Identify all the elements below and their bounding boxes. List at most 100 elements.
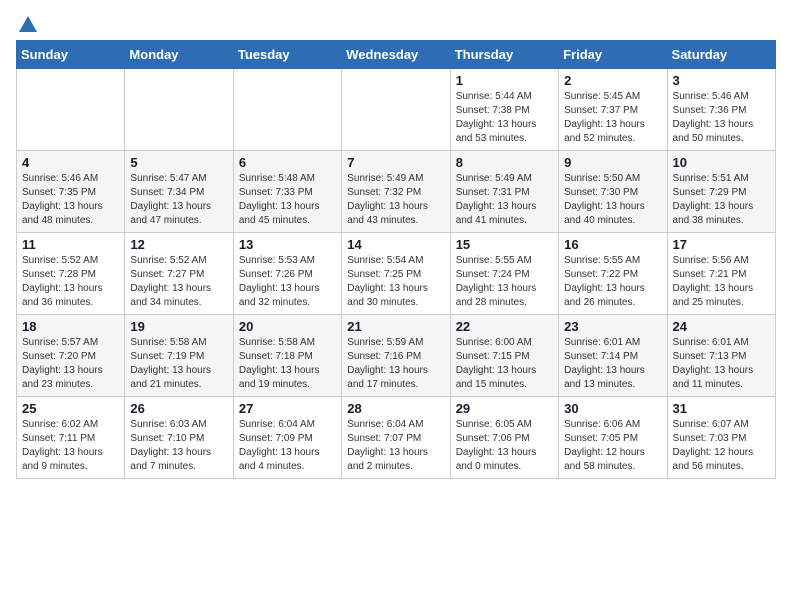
calendar-cell: 7Sunrise: 5:49 AM Sunset: 7:32 PM Daylig…: [342, 151, 450, 233]
day-info: Sunrise: 6:07 AM Sunset: 7:03 PM Dayligh…: [673, 418, 770, 474]
calendar-cell: 29 Sunrise: 6:05 AM Sunset: 7:06 PM Dayli…: [450, 397, 558, 479]
calendar-cell: 19 Sunrise: 5:58 AM Sunset: 7:19 PM Dayli…: [125, 315, 233, 397]
calendar-cell: 22Sunrise: 6:00 AM Sunset: 7:15 PM Dayli…: [450, 315, 558, 397]
day-info: Sunrise: 5:51 AM Sunset: 7:29 PM Dayligh…: [673, 172, 770, 228]
calendar-cell: 4Sunrise: 5:46 AM Sunset: 7:35 PM Daylig…: [17, 151, 125, 233]
calendar-cell: [17, 69, 125, 151]
calendar-cell: 2 Sunrise: 5:45 AM Sunset: 7:37 PM Daylig…: [559, 69, 667, 151]
day-info: Sunrise: 5:46 AM Sunset: 7:36 PM Dayligh…: [673, 90, 770, 146]
calendar-cell: 24 Sunrise: 6:01 AM Sunset: 7:13 PM Dayli…: [667, 315, 775, 397]
calendar-cell: [233, 69, 341, 151]
day-info: Sunrise: 5:59 AM Sunset: 7:16 PM Dayligh…: [347, 336, 444, 392]
day-number: 16: [564, 237, 661, 252]
day-number: 28: [347, 401, 444, 416]
day-info: Sunrise: 5:58 AM Sunset: 7:19 PM Dayligh…: [130, 336, 227, 392]
header-thursday: Thursday: [450, 41, 558, 69]
day-info: Sunrise: 5:55 AM Sunset: 7:22 PM Dayligh…: [564, 254, 661, 310]
week-row-1: 1 Sunrise: 5:44 AM Sunset: 7:38 PM Daylig…: [17, 69, 776, 151]
day-info: Sunrise: 6:05 AM Sunset: 7:06 PM Dayligh…: [456, 418, 553, 474]
calendar-cell: 17 Sunrise: 5:56 AM Sunset: 7:21 PM Dayli…: [667, 233, 775, 315]
day-info: Sunrise: 6:01 AM Sunset: 7:13 PM Dayligh…: [673, 336, 770, 392]
day-number: 17: [673, 237, 770, 252]
day-number: 27: [239, 401, 336, 416]
day-number: 15: [456, 237, 553, 252]
day-number: 30: [564, 401, 661, 416]
day-number: 12: [130, 237, 227, 252]
calendar-cell: 12 Sunrise: 5:52 AM Sunset: 7:27 PM Dayli…: [125, 233, 233, 315]
calendar-cell: 14 Sunrise: 5:54 AM Sunset: 7:25 PM Dayli…: [342, 233, 450, 315]
day-info: Sunrise: 5:54 AM Sunset: 7:25 PM Dayligh…: [347, 254, 444, 310]
day-info: Sunrise: 5:52 AM Sunset: 7:27 PM Dayligh…: [130, 254, 227, 310]
day-number: 3: [673, 73, 770, 88]
day-info: Sunrise: 6:02 AM Sunset: 7:11 PM Dayligh…: [22, 418, 119, 474]
calendar-cell: [125, 69, 233, 151]
day-number: 19: [130, 319, 227, 334]
day-info: Sunrise: 5:53 AM Sunset: 7:26 PM Dayligh…: [239, 254, 336, 310]
day-info: Sunrise: 5:49 AM Sunset: 7:31 PM Dayligh…: [456, 172, 553, 228]
calendar-cell: 10 Sunrise: 5:51 AM Sunset: 7:29 PM Dayli…: [667, 151, 775, 233]
day-number: 21: [347, 319, 444, 334]
day-number: 9: [564, 155, 661, 170]
calendar-cell: 1 Sunrise: 5:44 AM Sunset: 7:38 PM Daylig…: [450, 69, 558, 151]
day-number: 2: [564, 73, 661, 88]
day-number: 23: [564, 319, 661, 334]
calendar-cell: 3 Sunrise: 5:46 AM Sunset: 7:36 PM Daylig…: [667, 69, 775, 151]
header-tuesday: Tuesday: [233, 41, 341, 69]
header: [16, 16, 776, 30]
day-number: 22: [456, 319, 553, 334]
day-number: 1: [456, 73, 553, 88]
day-number: 31: [673, 401, 770, 416]
week-row-2: 4Sunrise: 5:46 AM Sunset: 7:35 PM Daylig…: [17, 151, 776, 233]
calendar-cell: 28 Sunrise: 6:04 AM Sunset: 7:07 PM Dayli…: [342, 397, 450, 479]
calendar-cell: 27 Sunrise: 6:04 AM Sunset: 7:09 PM Dayli…: [233, 397, 341, 479]
day-info: Sunrise: 5:50 AM Sunset: 7:30 PM Dayligh…: [564, 172, 661, 228]
day-info: Sunrise: 5:57 AM Sunset: 7:20 PM Dayligh…: [22, 336, 119, 392]
calendar-cell: 30 Sunrise: 6:06 AM Sunset: 7:05 PM Dayli…: [559, 397, 667, 479]
header-friday: Friday: [559, 41, 667, 69]
day-info: Sunrise: 5:46 AM Sunset: 7:35 PM Dayligh…: [22, 172, 119, 228]
calendar-cell: 23 Sunrise: 6:01 AM Sunset: 7:14 PM Dayli…: [559, 315, 667, 397]
day-number: 25: [22, 401, 119, 416]
day-number: 5: [130, 155, 227, 170]
header-saturday: Saturday: [667, 41, 775, 69]
day-number: 8: [456, 155, 553, 170]
day-number: 24: [673, 319, 770, 334]
calendar-cell: 31 Sunrise: 6:07 AM Sunset: 7:03 PM Dayli…: [667, 397, 775, 479]
day-info: Sunrise: 5:58 AM Sunset: 7:18 PM Dayligh…: [239, 336, 336, 392]
day-info: Sunrise: 6:03 AM Sunset: 7:10 PM Dayligh…: [130, 418, 227, 474]
day-info: Sunrise: 6:04 AM Sunset: 7:09 PM Dayligh…: [239, 418, 336, 474]
day-number: 20: [239, 319, 336, 334]
day-number: 6: [239, 155, 336, 170]
calendar-cell: 9 Sunrise: 5:50 AM Sunset: 7:30 PM Daylig…: [559, 151, 667, 233]
calendar-cell: 26 Sunrise: 6:03 AM Sunset: 7:10 PM Dayli…: [125, 397, 233, 479]
calendar-cell: 15Sunrise: 5:55 AM Sunset: 7:24 PM Dayli…: [450, 233, 558, 315]
calendar-cell: 18 Sunrise: 5:57 AM Sunset: 7:20 PM Dayli…: [17, 315, 125, 397]
calendar-cell: 5Sunrise: 5:47 AM Sunset: 7:34 PM Daylig…: [125, 151, 233, 233]
day-number: 10: [673, 155, 770, 170]
day-info: Sunrise: 5:44 AM Sunset: 7:38 PM Dayligh…: [456, 90, 553, 146]
calendar-cell: 11Sunrise: 5:52 AM Sunset: 7:28 PM Dayli…: [17, 233, 125, 315]
day-info: Sunrise: 6:01 AM Sunset: 7:14 PM Dayligh…: [564, 336, 661, 392]
calendar-cell: 8 Sunrise: 5:49 AM Sunset: 7:31 PM Daylig…: [450, 151, 558, 233]
week-row-5: 25 Sunrise: 6:02 AM Sunset: 7:11 PM Dayli…: [17, 397, 776, 479]
header-wednesday: Wednesday: [342, 41, 450, 69]
calendar-cell: 16 Sunrise: 5:55 AM Sunset: 7:22 PM Dayli…: [559, 233, 667, 315]
day-info: Sunrise: 6:04 AM Sunset: 7:07 PM Dayligh…: [347, 418, 444, 474]
day-info: Sunrise: 5:45 AM Sunset: 7:37 PM Dayligh…: [564, 90, 661, 146]
day-number: 7: [347, 155, 444, 170]
calendar-cell: 13 Sunrise: 5:53 AM Sunset: 7:26 PM Dayli…: [233, 233, 341, 315]
day-number: 29: [456, 401, 553, 416]
week-row-3: 11Sunrise: 5:52 AM Sunset: 7:28 PM Dayli…: [17, 233, 776, 315]
logo-triangle-icon: [19, 16, 37, 32]
day-number: 14: [347, 237, 444, 252]
calendar-table: SundayMondayTuesdayWednesdayThursdayFrid…: [16, 40, 776, 479]
calendar-cell: 20 Sunrise: 5:58 AM Sunset: 7:18 PM Dayli…: [233, 315, 341, 397]
day-number: 13: [239, 237, 336, 252]
day-number: 26: [130, 401, 227, 416]
day-number: 18: [22, 319, 119, 334]
calendar-cell: 25 Sunrise: 6:02 AM Sunset: 7:11 PM Dayli…: [17, 397, 125, 479]
day-info: Sunrise: 5:56 AM Sunset: 7:21 PM Dayligh…: [673, 254, 770, 310]
week-row-4: 18 Sunrise: 5:57 AM Sunset: 7:20 PM Dayli…: [17, 315, 776, 397]
day-info: Sunrise: 6:06 AM Sunset: 7:05 PM Dayligh…: [564, 418, 661, 474]
day-number: 11: [22, 237, 119, 252]
